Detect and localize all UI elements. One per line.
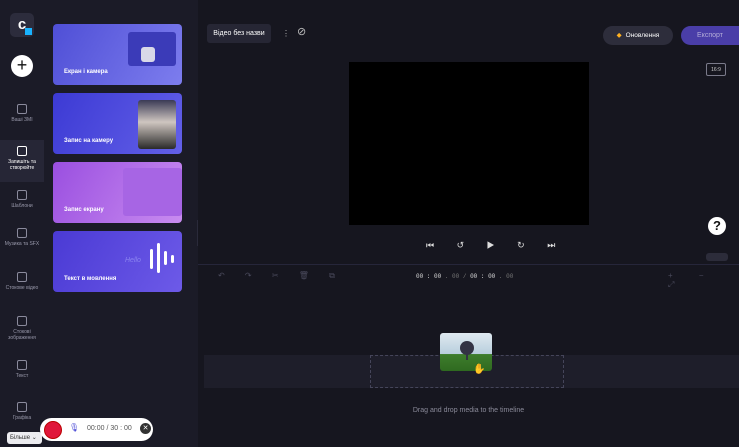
shapes-icon (17, 402, 27, 412)
clipchamp-logo: c (10, 13, 34, 37)
camera-preview-graphic (141, 47, 155, 62)
dragged-media-thumbnail[interactable]: ✋ (440, 333, 492, 375)
wave-bar (171, 255, 174, 263)
music-icon (17, 228, 27, 238)
card-label: Запис на камеру (64, 138, 114, 144)
rail-item-label: Ваші ЗМІ (11, 117, 33, 123)
image-icon (17, 316, 27, 326)
rail-item-graphics[interactable]: Графіка (0, 402, 44, 421)
close-recorder-icon[interactable]: ✕ (140, 423, 151, 434)
add-media-button[interactable]: + (11, 55, 33, 77)
rail-item-your-media[interactable]: Ваші ЗМІ (0, 104, 44, 123)
aspect-ratio-button[interactable]: 16:9 (706, 63, 726, 76)
export-button[interactable]: Експорт (681, 26, 739, 45)
screen-window-graphic (123, 168, 182, 216)
rail-item-music-sfx[interactable]: Музика та SFX (0, 228, 44, 247)
rail-item-templates[interactable]: Шаблони (0, 190, 44, 209)
time-separator: / (462, 273, 467, 280)
card-label: Запис екрану (64, 207, 104, 213)
help-button[interactable]: ? (708, 217, 726, 235)
rail-item-label: Шаблони (11, 203, 33, 209)
zoom-controls[interactable]: + − ⤢ (668, 271, 739, 290)
record-create-panel: Екран і камера Запис на камеру Запис екр… (44, 0, 198, 447)
person-photo (138, 100, 176, 149)
cloud-off-icon[interactable]: ⊘ (297, 25, 306, 38)
rail-item-stock-images[interactable]: Стокові зображення (0, 316, 44, 341)
wave-bar (150, 249, 153, 269)
text-icon (17, 360, 27, 370)
more-button[interactable]: Більше ⌄ (7, 432, 42, 444)
timecode: 00 : 00 . 00 / 00 : 00 . 00 (416, 273, 513, 280)
hello-deco-text: Hello (125, 257, 141, 264)
folder-icon (17, 104, 27, 114)
rail-item-label: Графіка (12, 415, 32, 421)
card-text-to-speech[interactable]: Hello Текст в мовлення (53, 231, 182, 292)
upgrade-label: Оновлення (625, 32, 660, 39)
collapse-preview-button[interactable] (706, 253, 728, 261)
record-button[interactable] (44, 421, 62, 439)
rail-item-text[interactable]: Текст (0, 360, 44, 379)
drop-hint-text: Drag and drop media to the timeline (412, 407, 525, 414)
project-title[interactable]: Відео без назви (207, 24, 271, 43)
rail-item-label: Запишіть та створюйте (8, 159, 36, 171)
templates-icon (17, 190, 27, 200)
playback-controls[interactable]: ⏮ ↺ ▶ ↻ ⏭ (426, 240, 565, 251)
rail-item-label: Стокові зображення (8, 329, 36, 341)
recorder-bar: 🎙 00:00 / 30 : 00 ✕ (40, 418, 153, 441)
wave-bar (157, 243, 160, 273)
rail-item-label: Музика та SFX (4, 241, 40, 247)
card-camera-recording[interactable]: Запис на камеру (53, 93, 182, 154)
left-rail: c + Ваші ЗМІ Запишіть та створюйте Шабло… (0, 0, 45, 447)
timeline-edit-tools[interactable]: ↶ ↷ ✂ 🗑 ⧉ (218, 271, 344, 281)
upgrade-button[interactable]: ◆ Оновлення (603, 26, 673, 45)
diamond-icon: ◆ (616, 32, 622, 39)
video-preview (349, 62, 589, 225)
app-window: c + Ваші ЗМІ Запишіть та створюйте Шабло… (0, 0, 739, 447)
editor-main: Відео без назви ⋮ ⊘ ◆ Оновлення Експорт 1… (198, 0, 739, 447)
time-total: 00 : 00 (470, 273, 496, 280)
rail-item-label: Стокове відео (5, 285, 39, 291)
card-screen-and-camera[interactable]: Екран і камера (53, 24, 182, 85)
card-screen-recording[interactable]: Запис екрану (53, 162, 182, 223)
card-label: Екран і камера (64, 69, 108, 75)
camera-icon (17, 146, 27, 156)
rail-item-label: Текст (15, 373, 29, 379)
tree-trunk-graphic (466, 353, 468, 360)
grab-cursor-icon: ✋ (473, 364, 486, 375)
rail-item-record-create[interactable]: Запишіть та створюйте (0, 146, 44, 171)
recording-time: 00:00 / 30 : 00 (87, 425, 132, 432)
more-options-icon[interactable]: ⋮ (282, 29, 290, 38)
time-total-frac: . 00 (498, 273, 514, 280)
time-current-frac: . 00 (444, 273, 460, 280)
card-label: Текст в мовлення (64, 276, 117, 282)
time-current: 00 : 00 (416, 273, 442, 280)
wave-bar (164, 251, 167, 265)
film-icon (17, 272, 27, 282)
microphone-icon[interactable]: 🎙 (69, 423, 79, 432)
rail-item-stock-video[interactable]: Стокове відео (0, 272, 44, 291)
timeline-toolbar: ↶ ↷ ✂ 🗑 ⧉ 00 : 00 . 00 / 00 : 00 . 00 + … (198, 264, 739, 290)
